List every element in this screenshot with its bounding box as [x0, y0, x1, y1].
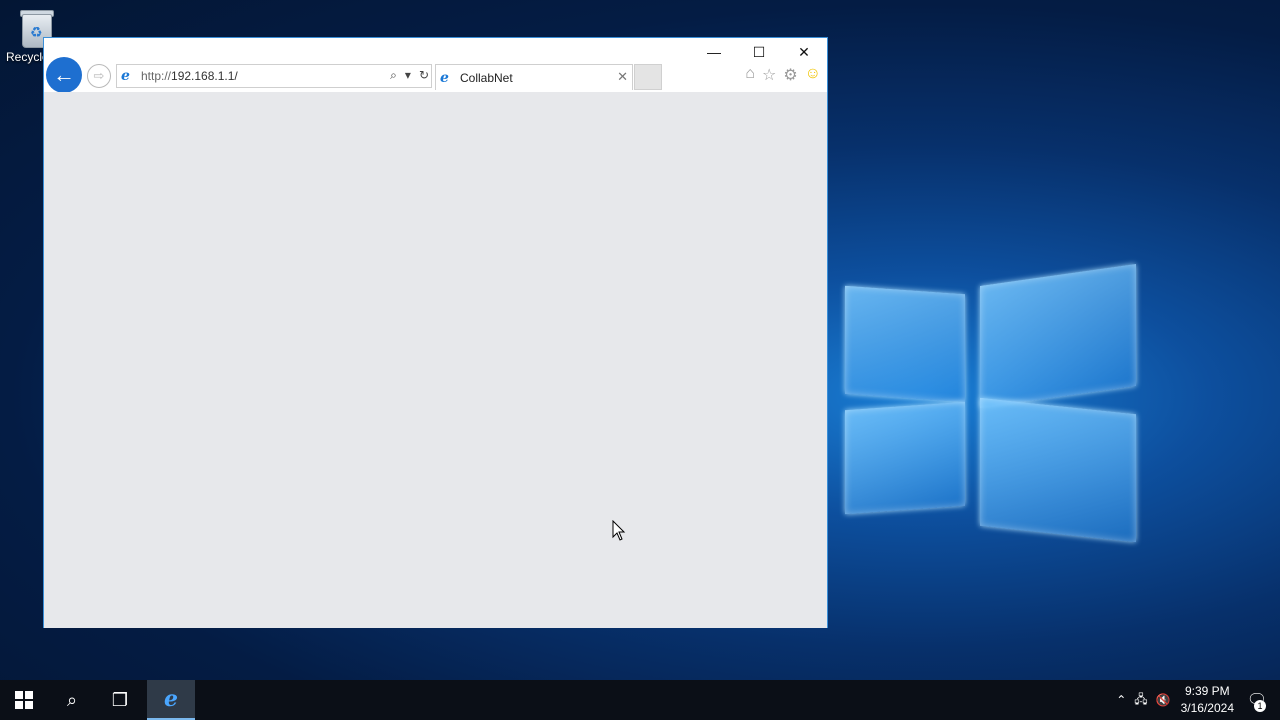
notification-count-badge: 1: [1254, 700, 1266, 712]
search-icon[interactable]: ⌕: [390, 68, 397, 83]
close-icon: ✕: [798, 43, 810, 60]
task-view-icon: ❐: [111, 689, 129, 710]
start-button[interactable]: [0, 680, 48, 720]
network-icon[interactable]: 🖧: [1134, 690, 1147, 711]
browser-titlebar: — ☐ ✕ ← ⇨ e http://192.168.1.1/ ⌕ ▾ ↻ e …: [44, 38, 827, 93]
feedback-smiley-icon[interactable]: ☺: [805, 65, 821, 85]
dropdown-arrow-icon[interactable]: ▾: [405, 68, 411, 83]
internet-explorer-icon: e: [164, 686, 178, 712]
volume-muted-icon[interactable]: 🔇: [1156, 693, 1171, 707]
clock[interactable]: 9:39 PM 3/16/2024: [1181, 683, 1234, 717]
address-bar[interactable]: e http://192.168.1.1/ ⌕ ▾ ↻: [116, 64, 432, 88]
refresh-icon[interactable]: ↻: [419, 68, 429, 83]
minimize-icon: —: [707, 44, 721, 60]
task-view-button[interactable]: ❐: [96, 680, 144, 720]
tab-ie-icon: e: [440, 69, 449, 86]
back-button[interactable]: ←: [46, 57, 82, 93]
tab-close-icon[interactable]: ✕: [617, 69, 628, 85]
maximize-icon: ☐: [752, 43, 766, 60]
address-host: 192.168.1.1/: [171, 69, 238, 83]
clock-time: 9:39 PM: [1184, 684, 1230, 698]
address-protocol: http://: [141, 69, 172, 83]
ie-browser-window: — ☐ ✕ ← ⇨ e http://192.168.1.1/ ⌕ ▾ ↻ e …: [43, 37, 828, 628]
windows-start-icon: [15, 691, 33, 709]
home-icon[interactable]: ⌂: [745, 65, 755, 85]
clock-date: 3/16/2024: [1180, 701, 1234, 715]
close-button[interactable]: ✕: [782, 40, 826, 64]
tab-collabnet[interactable]: e CollabNet ✕: [435, 64, 633, 90]
maximize-button[interactable]: ☐: [737, 40, 781, 64]
new-tab-button[interactable]: [634, 64, 662, 90]
ie-page-icon: e: [121, 68, 130, 84]
action-center-button[interactable]: 🗨 1: [1244, 680, 1270, 720]
search-button[interactable]: ⌕: [48, 680, 96, 720]
minimize-button[interactable]: —: [692, 40, 736, 64]
system-tray: ⌃ 🖧 🔇 9:39 PM 3/16/2024 🗨 1: [1112, 680, 1280, 720]
tab-title: CollabNet: [460, 70, 513, 85]
back-icon: ←: [53, 62, 75, 87]
forward-icon: ⇨: [93, 68, 105, 83]
windows-logo-wallpaper: [820, 170, 1160, 590]
forward-button[interactable]: ⇨: [87, 64, 111, 88]
mouse-cursor-icon: [612, 520, 626, 541]
taskbar-ie-button[interactable]: e: [147, 680, 195, 720]
favorites-star-icon[interactable]: ☆: [762, 65, 776, 85]
show-hidden-icons-chevron-icon[interactable]: ⌃: [1116, 693, 1126, 707]
address-url[interactable]: http://192.168.1.1/: [141, 69, 238, 83]
taskbar-search-icon: ⌕: [66, 689, 78, 710]
page-content-area[interactable]: [44, 92, 827, 628]
taskbar: ⌕ ❐ e ⌃ 🖧 🔇 9:39 PM 3/16/2024 🗨 1: [0, 680, 1280, 720]
settings-gear-icon[interactable]: ⚙: [783, 65, 797, 85]
